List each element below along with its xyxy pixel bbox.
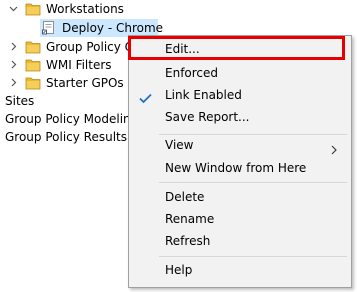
menu-item-refresh[interactable]: Refresh bbox=[129, 230, 351, 252]
tree-item-group-policy-results[interactable]: Group Policy Results bbox=[0, 128, 128, 146]
folder-icon bbox=[25, 2, 41, 16]
menu-item-label: Link Enabled bbox=[165, 88, 242, 102]
menu-item-label: View bbox=[165, 138, 194, 152]
menu-item-rename[interactable]: Rename bbox=[129, 208, 351, 230]
menu-item-help[interactable]: Help bbox=[129, 259, 351, 281]
menu-item-view[interactable]: View bbox=[129, 134, 351, 156]
folder-icon bbox=[25, 58, 41, 72]
menu-item-save-report[interactable]: Save Report... bbox=[129, 106, 351, 128]
menu-item-delete[interactable]: Delete bbox=[129, 186, 351, 208]
menu-item-label: Delete bbox=[165, 190, 205, 204]
tree-item-label: WMI Filters bbox=[46, 58, 112, 72]
menu-item-label: Save Report... bbox=[165, 110, 250, 124]
menu-item-label: New Window from Here bbox=[165, 161, 307, 175]
tree-item-workstations[interactable]: Workstations bbox=[0, 0, 200, 18]
tree-item-wmi-filters[interactable]: WMI Filters bbox=[0, 56, 128, 74]
chevron-right-icon[interactable] bbox=[8, 38, 18, 56]
tree-item-label: Sites bbox=[5, 94, 35, 108]
annotation-highlight-box bbox=[128, 36, 345, 60]
context-menu: Edit... Enforced Link Enabled Save Repor… bbox=[128, 35, 352, 288]
tree-item-sites[interactable]: Sites bbox=[0, 92, 128, 110]
tree-item-group-policy-objects[interactable]: Group Policy Ob bbox=[0, 38, 142, 56]
menu-item-label: Help bbox=[165, 263, 193, 277]
menu-item-new-window[interactable]: New Window from Here bbox=[129, 157, 351, 179]
chevron-down-icon[interactable] bbox=[8, 0, 18, 18]
tree-item-label: Starter GPOs bbox=[46, 76, 124, 90]
menu-separator bbox=[159, 182, 347, 183]
menu-item-label: Refresh bbox=[165, 234, 211, 248]
tree-item-label: Group Policy Modeling bbox=[5, 112, 139, 126]
chevron-right-icon[interactable] bbox=[8, 74, 18, 92]
menu-separator bbox=[159, 256, 347, 257]
menu-item-label: Rename bbox=[165, 212, 215, 226]
menu-item-link-enabled[interactable]: Link Enabled bbox=[129, 84, 351, 106]
tree-item-starter-gpos[interactable]: Starter GPOs bbox=[0, 74, 128, 92]
menu-item-enforced[interactable]: Enforced bbox=[129, 62, 351, 84]
tree-item-group-policy-modeling[interactable]: Group Policy Modeling bbox=[0, 110, 138, 128]
gpo-link-icon bbox=[42, 21, 58, 35]
tree-item-label: Group Policy Results bbox=[5, 130, 128, 144]
chevron-right-icon[interactable] bbox=[8, 56, 18, 74]
tree-item-label: Workstations bbox=[46, 2, 124, 16]
folder-icon bbox=[25, 76, 41, 90]
menu-item-label: Enforced bbox=[165, 66, 219, 80]
folder-icon bbox=[25, 40, 41, 54]
